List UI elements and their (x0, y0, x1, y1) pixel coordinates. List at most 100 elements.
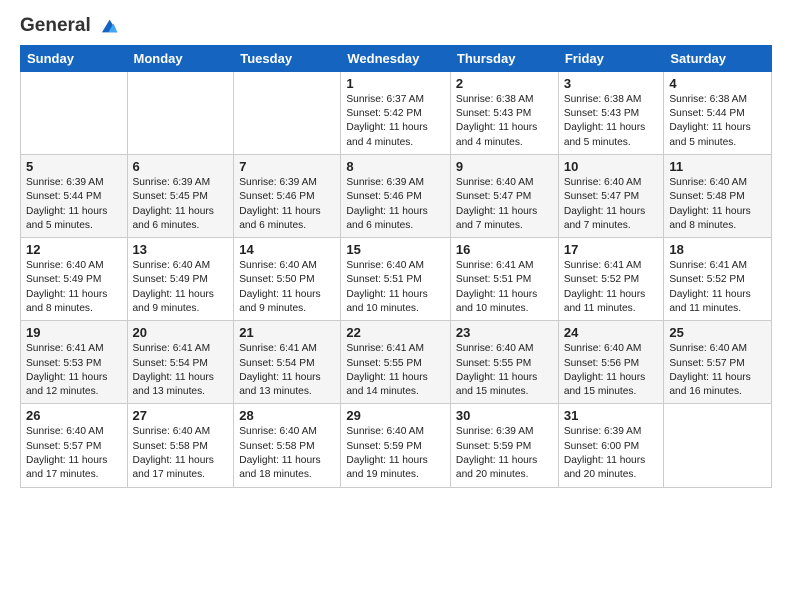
day-info: Sunrise: 6:41 AM Sunset: 5:53 PM Dayligh… (26, 342, 122, 399)
page: General SundayMondayTuesdayWednesdayThur… (0, 0, 792, 612)
logo: General (20, 16, 120, 35)
day-number: 1 (346, 76, 445, 91)
day-info: Sunrise: 6:38 AM Sunset: 5:44 PM Dayligh… (669, 93, 766, 150)
day-info: Sunrise: 6:40 AM Sunset: 5:48 PM Dayligh… (669, 176, 766, 233)
day-cell: 10 Sunrise: 6:40 AM Sunset: 5:47 PM Dayli… (558, 155, 664, 238)
day-info: Sunrise: 6:41 AM Sunset: 5:54 PM Dayligh… (133, 342, 229, 399)
day-number: 10 (564, 159, 659, 174)
day-info: Sunrise: 6:41 AM Sunset: 5:51 PM Dayligh… (456, 259, 553, 316)
day-info: Sunrise: 6:39 AM Sunset: 6:00 PM Dayligh… (564, 425, 659, 482)
day-number: 8 (346, 159, 445, 174)
day-info: Sunrise: 6:40 AM Sunset: 5:58 PM Dayligh… (239, 425, 335, 482)
day-number: 24 (564, 325, 659, 340)
week-row-1: 5Sunrise: 6:39 AM Sunset: 5:44 PM Daylig… (21, 155, 772, 238)
week-row-4: 26 Sunrise: 6:40 AM Sunset: 5:57 PM Dayli… (21, 404, 772, 487)
day-number: 17 (564, 242, 659, 257)
day-info: Sunrise: 6:40 AM Sunset: 5:49 PM Dayligh… (26, 259, 122, 316)
day-cell (664, 404, 772, 487)
day-cell: 24 Sunrise: 6:40 AM Sunset: 5:56 PM Dayli… (558, 321, 664, 404)
logo-icon (98, 17, 120, 35)
day-number: 4 (669, 76, 766, 91)
day-number: 29 (346, 408, 445, 423)
calendar: SundayMondayTuesdayWednesdayThursdayFrid… (20, 45, 772, 488)
day-cell: 5Sunrise: 6:39 AM Sunset: 5:44 PM Daylig… (21, 155, 128, 238)
day-number: 19 (26, 325, 122, 340)
day-number: 15 (346, 242, 445, 257)
weekday-sunday: Sunday (21, 45, 128, 71)
day-number: 7 (239, 159, 335, 174)
day-info: Sunrise: 6:40 AM Sunset: 5:57 PM Dayligh… (26, 425, 122, 482)
day-cell: 30 Sunrise: 6:39 AM Sunset: 5:59 PM Dayli… (450, 404, 558, 487)
weekday-monday: Monday (127, 45, 234, 71)
day-cell: 29 Sunrise: 6:40 AM Sunset: 5:59 PM Dayli… (341, 404, 451, 487)
day-number: 5 (26, 159, 122, 174)
day-cell: 20 Sunrise: 6:41 AM Sunset: 5:54 PM Dayli… (127, 321, 234, 404)
weekday-wednesday: Wednesday (341, 45, 451, 71)
day-cell: 16Sunrise: 6:41 AM Sunset: 5:51 PM Dayli… (450, 238, 558, 321)
day-info: Sunrise: 6:40 AM Sunset: 5:47 PM Dayligh… (456, 176, 553, 233)
day-cell: 27Sunrise: 6:40 AM Sunset: 5:58 PM Dayli… (127, 404, 234, 487)
day-number: 30 (456, 408, 553, 423)
day-cell: 31 Sunrise: 6:39 AM Sunset: 6:00 PM Dayli… (558, 404, 664, 487)
day-info: Sunrise: 6:40 AM Sunset: 5:59 PM Dayligh… (346, 425, 445, 482)
day-info: Sunrise: 6:40 AM Sunset: 5:47 PM Dayligh… (564, 176, 659, 233)
day-info: Sunrise: 6:41 AM Sunset: 5:52 PM Dayligh… (564, 259, 659, 316)
day-info: Sunrise: 6:39 AM Sunset: 5:59 PM Dayligh… (456, 425, 553, 482)
day-number: 25 (669, 325, 766, 340)
day-cell: 19 Sunrise: 6:41 AM Sunset: 5:53 PM Dayli… (21, 321, 128, 404)
day-number: 28 (239, 408, 335, 423)
day-number: 12 (26, 242, 122, 257)
weekday-thursday: Thursday (450, 45, 558, 71)
day-info: Sunrise: 6:38 AM Sunset: 5:43 PM Dayligh… (456, 93, 553, 150)
day-cell: 25 Sunrise: 6:40 AM Sunset: 5:57 PM Dayli… (664, 321, 772, 404)
day-cell: 26 Sunrise: 6:40 AM Sunset: 5:57 PM Dayli… (21, 404, 128, 487)
day-cell: 22 Sunrise: 6:41 AM Sunset: 5:55 PM Dayli… (341, 321, 451, 404)
logo-text: General (20, 16, 120, 37)
day-info: Sunrise: 6:38 AM Sunset: 5:43 PM Dayligh… (564, 93, 659, 150)
day-cell (234, 71, 341, 154)
day-info: Sunrise: 6:40 AM Sunset: 5:57 PM Dayligh… (669, 342, 766, 399)
day-info: Sunrise: 6:40 AM Sunset: 5:58 PM Dayligh… (133, 425, 229, 482)
weekday-header-row: SundayMondayTuesdayWednesdayThursdayFrid… (21, 45, 772, 71)
weekday-saturday: Saturday (664, 45, 772, 71)
day-number: 20 (133, 325, 229, 340)
day-number: 21 (239, 325, 335, 340)
day-cell: 15Sunrise: 6:40 AM Sunset: 5:51 PM Dayli… (341, 238, 451, 321)
day-number: 3 (564, 76, 659, 91)
day-cell: 2 Sunrise: 6:38 AM Sunset: 5:43 PM Daylig… (450, 71, 558, 154)
day-cell: 1 Sunrise: 6:37 AM Sunset: 5:42 PM Daylig… (341, 71, 451, 154)
day-number: 13 (133, 242, 229, 257)
day-cell: 21 Sunrise: 6:41 AM Sunset: 5:54 PM Dayli… (234, 321, 341, 404)
day-info: Sunrise: 6:40 AM Sunset: 5:55 PM Dayligh… (456, 342, 553, 399)
day-cell: 8Sunrise: 6:39 AM Sunset: 5:46 PM Daylig… (341, 155, 451, 238)
day-info: Sunrise: 6:41 AM Sunset: 5:52 PM Dayligh… (669, 259, 766, 316)
day-info: Sunrise: 6:37 AM Sunset: 5:42 PM Dayligh… (346, 93, 445, 150)
day-number: 31 (564, 408, 659, 423)
day-cell: 3 Sunrise: 6:38 AM Sunset: 5:43 PM Daylig… (558, 71, 664, 154)
day-info: Sunrise: 6:40 AM Sunset: 5:56 PM Dayligh… (564, 342, 659, 399)
week-row-0: 1 Sunrise: 6:37 AM Sunset: 5:42 PM Daylig… (21, 71, 772, 154)
day-cell: 13 Sunrise: 6:40 AM Sunset: 5:49 PM Dayli… (127, 238, 234, 321)
weekday-tuesday: Tuesday (234, 45, 341, 71)
day-info: Sunrise: 6:41 AM Sunset: 5:54 PM Dayligh… (239, 342, 335, 399)
day-number: 23 (456, 325, 553, 340)
day-number: 2 (456, 76, 553, 91)
day-info: Sunrise: 6:40 AM Sunset: 5:49 PM Dayligh… (133, 259, 229, 316)
day-info: Sunrise: 6:39 AM Sunset: 5:45 PM Dayligh… (133, 176, 229, 233)
day-cell: 6 Sunrise: 6:39 AM Sunset: 5:45 PM Daylig… (127, 155, 234, 238)
day-info: Sunrise: 6:40 AM Sunset: 5:50 PM Dayligh… (239, 259, 335, 316)
day-cell: 12 Sunrise: 6:40 AM Sunset: 5:49 PM Dayli… (21, 238, 128, 321)
day-cell: 4 Sunrise: 6:38 AM Sunset: 5:44 PM Daylig… (664, 71, 772, 154)
week-row-3: 19 Sunrise: 6:41 AM Sunset: 5:53 PM Dayli… (21, 321, 772, 404)
day-number: 6 (133, 159, 229, 174)
day-cell (21, 71, 128, 154)
header: General (20, 16, 772, 35)
day-number: 22 (346, 325, 445, 340)
day-info: Sunrise: 6:41 AM Sunset: 5:55 PM Dayligh… (346, 342, 445, 399)
day-number: 9 (456, 159, 553, 174)
day-cell: 9 Sunrise: 6:40 AM Sunset: 5:47 PM Daylig… (450, 155, 558, 238)
day-cell: 11Sunrise: 6:40 AM Sunset: 5:48 PM Dayli… (664, 155, 772, 238)
day-number: 14 (239, 242, 335, 257)
day-number: 18 (669, 242, 766, 257)
day-number: 26 (26, 408, 122, 423)
